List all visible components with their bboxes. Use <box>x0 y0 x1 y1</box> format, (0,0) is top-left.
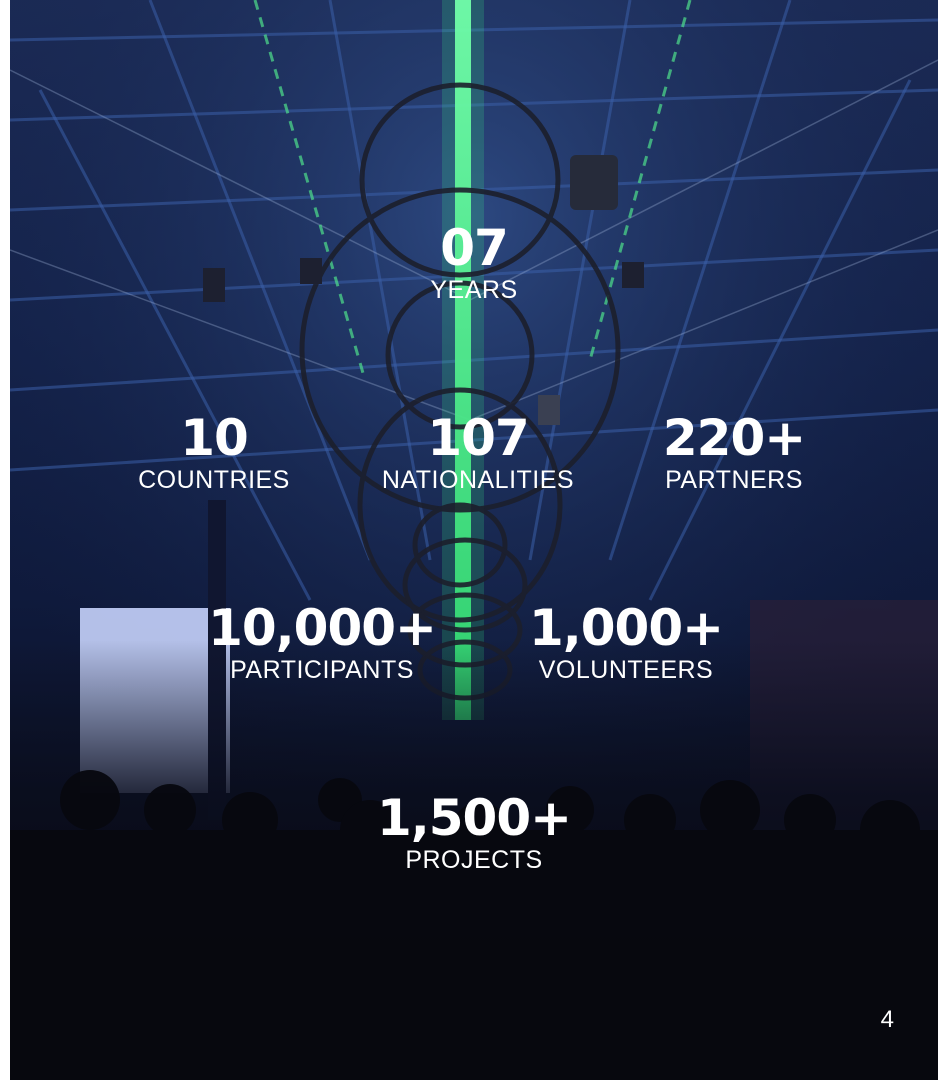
stat-years-value: 07 <box>440 219 509 277</box>
page-number: 4 <box>880 1006 894 1033</box>
event-hall-background-image <box>10 0 938 1080</box>
stat-countries: 10 COUNTRIES <box>138 412 290 494</box>
stat-partners: 220+ PARTNERS <box>662 409 806 494</box>
stat-projects: 1,500+ PROJECTS <box>376 789 572 874</box>
stat-countries-label: COUNTRIES <box>138 466 290 494</box>
stat-volunteers-label: VOLUNTEERS <box>538 656 714 684</box>
slide-page: 07 YEARS 10 COUNTRIES 107 NATIONALITIES … <box>10 0 938 1080</box>
stat-participants: 10,000+ PARTICIPANTS <box>208 599 437 684</box>
stat-projects-label: PROJECTS <box>405 846 543 874</box>
stat-nationalities-label: NATIONALITIES <box>381 466 575 494</box>
stat-volunteers: 1,000+ VOLUNTEERS <box>528 599 724 684</box>
stat-partners-label: PARTNERS <box>665 466 803 494</box>
stat-years: 07 YEARS <box>430 222 517 304</box>
stat-years-label: YEARS <box>430 276 518 304</box>
stat-countries-value: 10 <box>180 409 249 467</box>
stat-participants-value: 10,000+ <box>208 599 437 657</box>
stat-nationalities: 107 NATIONALITIES <box>382 412 574 494</box>
stat-volunteers-value: 1,000+ <box>528 599 724 657</box>
stat-projects-value: 1,500+ <box>376 789 572 847</box>
stat-participants-label: PARTICIPANTS <box>230 656 414 684</box>
stat-partners-value: 220+ <box>662 409 806 467</box>
stat-nationalities-value: 107 <box>427 409 529 467</box>
